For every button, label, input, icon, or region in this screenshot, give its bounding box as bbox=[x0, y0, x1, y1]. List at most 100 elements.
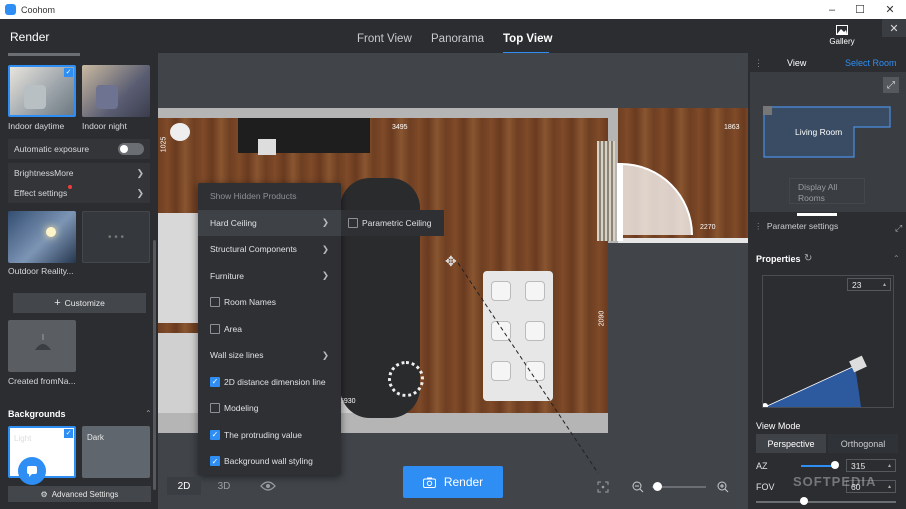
gallery-button[interactable]: Gallery bbox=[826, 25, 858, 46]
notification-dot bbox=[68, 185, 72, 189]
mode-2d-button[interactable]: 2D bbox=[167, 477, 201, 495]
menu-item[interactable]: Wall size lines ❯ bbox=[198, 342, 341, 369]
menu-item-content: ✓ The protruding value bbox=[210, 429, 302, 440]
menu-item[interactable]: ✓ 2D distance dimension line bbox=[198, 369, 341, 396]
menu-item[interactable]: ✓ The protruding value bbox=[198, 422, 341, 449]
dimension-label: 2090 bbox=[598, 310, 606, 327]
menu-item-content: Modeling bbox=[210, 403, 259, 414]
zoom-slider-handle[interactable] bbox=[653, 482, 662, 491]
armchair-image bbox=[24, 85, 46, 109]
camera-frustum bbox=[763, 355, 867, 407]
chat-button[interactable] bbox=[18, 457, 46, 485]
menu-item[interactable]: ✓ Background wall styling bbox=[198, 448, 341, 475]
tab-select-room[interactable]: Select Room bbox=[845, 58, 897, 68]
menu-item[interactable]: Modeling bbox=[198, 395, 341, 422]
zoom-out-icon[interactable] bbox=[632, 481, 644, 493]
menu-item[interactable]: Structural Components ❯ bbox=[198, 236, 341, 263]
brightness-row[interactable]: BrightnessMore ❯ bbox=[8, 163, 150, 183]
chevron-up-icon[interactable]: ⌃ bbox=[145, 409, 152, 418]
window-close-icon[interactable]: ✕ bbox=[875, 0, 905, 19]
fit-view-icon[interactable] bbox=[597, 481, 609, 493]
bg-dark[interactable]: Dark bbox=[82, 426, 150, 478]
menu-checkbox[interactable]: ✓ bbox=[210, 456, 220, 467]
dimension-label: 1025 bbox=[160, 136, 168, 153]
parametric-ceiling-checkbox[interactable] bbox=[348, 218, 358, 228]
render-panel-title: Render bbox=[10, 30, 50, 44]
menu-item-label: Show Hidden Products bbox=[210, 191, 297, 202]
preset-label: Indoor night bbox=[82, 121, 127, 131]
dimension-label: 5930 bbox=[340, 398, 356, 405]
checkmark-icon: ✓ bbox=[64, 429, 73, 438]
gallery-icon bbox=[836, 25, 848, 35]
checkmark-icon: ✓ bbox=[64, 68, 73, 77]
preset-empty-slot: • • • bbox=[82, 211, 150, 263]
menu-item-content: ✓ Background wall styling bbox=[210, 456, 313, 467]
fov-slider-handle[interactable] bbox=[800, 497, 808, 505]
az-input[interactable]: 315 ▴ bbox=[846, 459, 896, 472]
panel-close-button[interactable]: ✕ bbox=[882, 19, 906, 37]
menu-item[interactable]: Hard Ceiling ❯ bbox=[198, 209, 341, 236]
effect-settings-row[interactable]: Effect settings ❯ bbox=[8, 183, 150, 203]
spinner-icon: ▴ bbox=[887, 463, 891, 469]
tab-panorama[interactable]: Panorama bbox=[431, 33, 484, 45]
mode-3d-button[interactable]: 3D bbox=[209, 477, 239, 495]
menu-item[interactable]: Area bbox=[198, 316, 341, 343]
height-input[interactable]: 23 ▴ bbox=[847, 278, 891, 291]
minimap-scroll-indicator bbox=[797, 213, 837, 216]
menu-item-label: The protruding value bbox=[224, 429, 302, 440]
gallery-label: Gallery bbox=[829, 37, 855, 46]
camera-preview[interactable]: 23 ▴ bbox=[762, 275, 894, 408]
auto-exposure-row: Automatic exposure bbox=[8, 139, 150, 159]
eye-icon[interactable] bbox=[260, 480, 276, 492]
expand-icon[interactable]: ⤢ bbox=[883, 77, 899, 93]
minimize-icon[interactable]: – bbox=[817, 0, 847, 19]
expand-icon[interactable]: ⤢ bbox=[895, 223, 902, 234]
effect-settings-label: Effect settings bbox=[14, 188, 68, 198]
menu-checkbox[interactable] bbox=[210, 403, 220, 414]
gear-icon: ⚙ bbox=[40, 489, 48, 499]
menu-checkbox[interactable] bbox=[210, 297, 220, 308]
maximize-icon[interactable]: ☐ bbox=[845, 0, 875, 19]
tab-top-view[interactable]: Top View bbox=[503, 33, 552, 45]
preset-indoor-night[interactable] bbox=[82, 65, 150, 117]
customize-button[interactable]: + Customize bbox=[13, 293, 146, 313]
menu-item-content: ✓ 2D distance dimension line bbox=[210, 376, 326, 387]
preset-created[interactable] bbox=[8, 320, 76, 372]
az-slider-handle[interactable] bbox=[831, 461, 839, 469]
menu-item[interactable]: Room Names bbox=[198, 289, 341, 316]
drag-handle-icon[interactable]: ⋮ bbox=[754, 221, 763, 231]
chevron-up-icon[interactable]: ⌃ bbox=[893, 254, 900, 263]
auto-exposure-toggle[interactable] bbox=[118, 143, 144, 155]
az-label: AZ bbox=[756, 461, 768, 471]
drag-handle-icon[interactable]: ⋮ bbox=[754, 58, 763, 69]
menu-item-content: Room Names bbox=[210, 297, 276, 308]
advanced-settings-button[interactable]: ⚙ Advanced Settings bbox=[8, 486, 151, 502]
menu-checkbox[interactable] bbox=[210, 323, 220, 334]
display-all-rooms-button[interactable]: Display All Rooms bbox=[789, 178, 865, 204]
customize-label: Customize bbox=[64, 298, 105, 308]
menu-checkbox[interactable]: ✓ bbox=[210, 376, 220, 387]
fov-slider[interactable] bbox=[756, 501, 896, 503]
spinner-icon: ▴ bbox=[887, 484, 891, 490]
preset-label: Indoor daytime bbox=[8, 121, 65, 131]
reset-icon[interactable]: ↻ bbox=[804, 253, 812, 264]
menu-item[interactable]: Furniture ❯ bbox=[198, 263, 341, 290]
perspective-button[interactable]: Perspective bbox=[756, 434, 826, 453]
chat-icon bbox=[27, 466, 37, 477]
render-button[interactable]: Render bbox=[403, 466, 503, 498]
app-name: Coohom bbox=[21, 4, 56, 15]
menu-checkbox[interactable]: ✓ bbox=[210, 429, 220, 440]
zoom-in-icon[interactable] bbox=[717, 481, 729, 493]
tab-front-view[interactable]: Front View bbox=[357, 33, 412, 45]
preset-indoor-daytime[interactable]: ✓ bbox=[8, 65, 76, 117]
plus-icon: + bbox=[54, 297, 61, 309]
tab-view[interactable]: View bbox=[787, 58, 806, 68]
left-panel-scrollbar[interactable] bbox=[153, 240, 156, 490]
hard-ceiling-submenu[interactable]: Parametric Ceiling bbox=[341, 210, 444, 236]
menu-item-label: Hard Ceiling bbox=[210, 217, 257, 228]
chevron-right-icon: ❯ bbox=[136, 187, 144, 198]
zoom-toolbar bbox=[582, 474, 748, 500]
preset-outdoor-reality[interactable] bbox=[8, 211, 76, 263]
orthogonal-button[interactable]: Orthogonal bbox=[828, 434, 898, 453]
bg-label: Dark bbox=[87, 433, 104, 442]
